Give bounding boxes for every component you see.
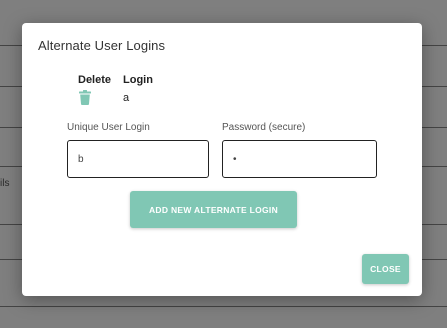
password-label: Password (secure) [222, 122, 306, 133]
login-column-header: Login [123, 74, 153, 86]
dialog-title: Alternate User Logins [38, 38, 166, 53]
unique-login-label: Unique User Login [67, 122, 150, 133]
login-row-value: a [123, 92, 130, 104]
password-input[interactable] [222, 140, 377, 178]
delete-column-header: Delete [78, 74, 112, 86]
background-partial-text: ils [0, 178, 10, 189]
alternate-logins-dialog: Alternate User Logins Delete Login a Uni… [22, 23, 422, 296]
close-button[interactable]: CLOSE [362, 254, 409, 284]
unique-login-input[interactable] [67, 140, 209, 178]
background-divider [0, 306, 447, 307]
trash-icon[interactable] [79, 90, 91, 105]
add-alternate-login-button[interactable]: ADD NEW ALTERNATE LOGIN [130, 191, 297, 228]
